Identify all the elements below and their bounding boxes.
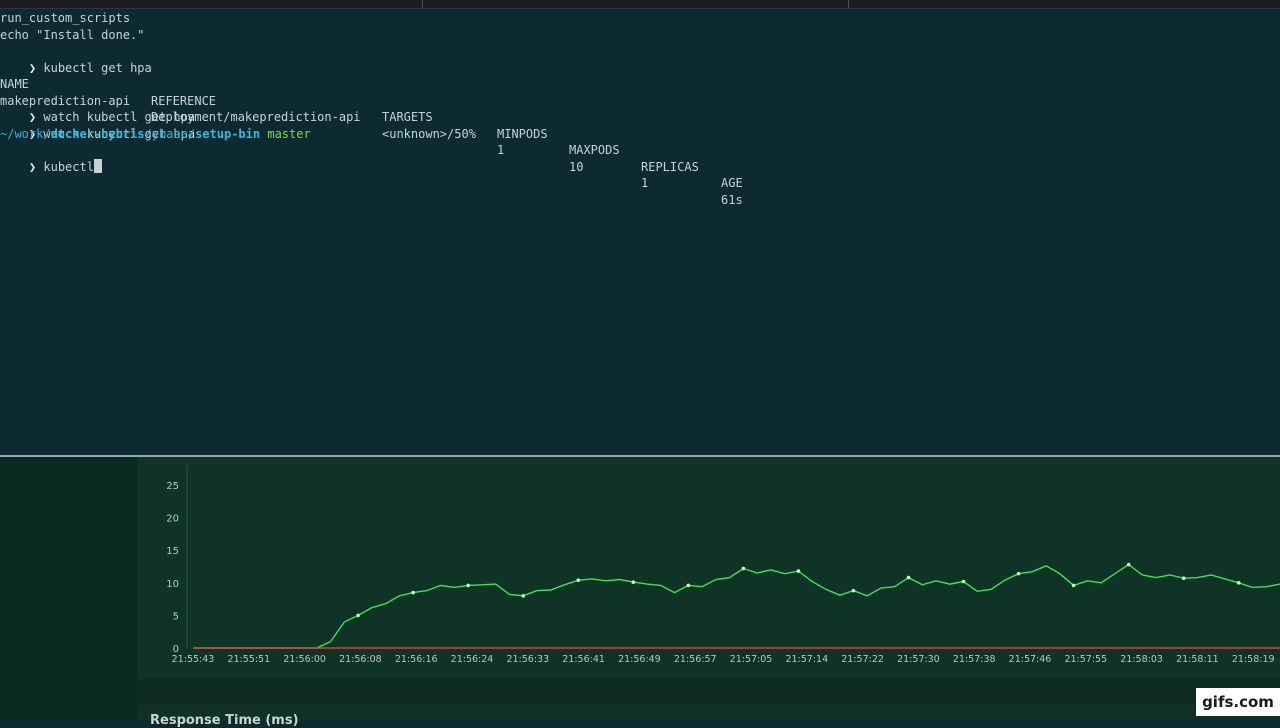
path-separator: /ybase/ — [144, 126, 196, 141]
table-header: MAXPODS — [569, 143, 620, 157]
prompt-symbol: ❯ — [28, 159, 37, 174]
table-header: MINPODS — [497, 126, 548, 141]
table-cell: 61s — [721, 192, 743, 207]
response-time-panel — [137, 705, 1280, 720]
dashboard-sidebar — [0, 457, 137, 720]
x-tick-label: 21:57:05 — [730, 654, 773, 665]
path-home: ~/work/ — [0, 126, 51, 141]
x-tick-label: 21:55:43 — [172, 654, 215, 665]
data-point — [521, 594, 526, 598]
table-header: AGE — [721, 176, 743, 190]
x-tick-label: 21:57:14 — [785, 654, 828, 665]
data-point — [356, 613, 360, 618]
input-line[interactable]: ❯ kubectl — [0, 142, 102, 174]
table-header-row: NAME REFERENCE TARGETS MINPODS MAXPODS R… — [0, 60, 1280, 190]
y-tick-label: 5 — [173, 611, 179, 622]
y-tick-label: 20 — [166, 514, 179, 525]
data-point — [1016, 571, 1021, 576]
command-input[interactable]: kubectl — [43, 160, 94, 174]
x-tick-label: 21:56:24 — [451, 654, 494, 665]
y-tick-label: 10 — [166, 579, 179, 590]
x-tick-label: 21:56:33 — [506, 654, 549, 665]
y-tick-label: 25 — [166, 481, 179, 492]
x-tick-label: 21:56:49 — [618, 654, 661, 665]
table-cell: 1 — [641, 176, 649, 190]
path-segment: docker-hybris — [50, 126, 145, 141]
x-tick-label: 21:56:16 — [395, 654, 438, 665]
output-line: run_custom_scripts — [0, 11, 131, 25]
y-tick-label: 15 — [166, 546, 179, 557]
data-point — [1181, 576, 1186, 581]
x-tick-label: 21:56:41 — [562, 654, 605, 665]
data-point — [1236, 581, 1241, 585]
table-cell: 10 — [569, 159, 584, 174]
text-cursor — [93, 158, 102, 173]
x-tick-label: 21:56:08 — [339, 654, 382, 665]
line-chart: 051015202521:55:43 21:55:51 21:56:00 21:56:… — [166, 465, 1280, 665]
output-line: echo "Install done." — [0, 27, 145, 42]
command-line: ❯ kubectl get hpa — [0, 43, 152, 75]
table-cell: 1 — [497, 143, 505, 157]
terminal-pane[interactable]: run_custom_scripts echo "Install done." … — [0, 9, 1280, 455]
x-tick-label: 21:57:38 — [953, 654, 996, 665]
x-tick-label: 21:57:30 — [897, 654, 940, 665]
x-tick-label: 21:57:55 — [1064, 654, 1107, 665]
x-tick-label: 21:57:46 — [1009, 654, 1052, 665]
x-tick-label: 21:56:00 — [283, 654, 326, 665]
tab-strip[interactable] — [0, 0, 1280, 9]
table-row: makeprediction-api Deployment/makepredic… — [0, 76, 1280, 207]
data-point — [466, 583, 470, 588]
x-tick-label: 21:57:22 — [841, 654, 884, 665]
tab-separator — [422, 0, 423, 8]
data-point — [1071, 583, 1076, 588]
data-point — [576, 578, 581, 582]
path-segment: setup-bin — [195, 126, 261, 141]
x-tick-label: 21:58:03 — [1120, 654, 1163, 665]
git-branch: master — [267, 126, 311, 141]
data-point — [796, 569, 801, 573]
data-point — [906, 575, 911, 580]
table-header: REPLICAS — [641, 159, 699, 174]
table-cell: <unknown>/50% — [382, 126, 476, 141]
x-tick-label: 21:55:51 — [227, 654, 270, 665]
prompt-path: ~/work/docker-hybris/ybase/setup-bin mas… — [0, 126, 311, 143]
x-tick-label: 21:58:19 — [1232, 654, 1275, 665]
series-line — [193, 563, 1280, 649]
table-header: TARGETS — [382, 110, 433, 124]
data-point — [851, 588, 856, 593]
command-line: ❯ watch kubectl get hpa — [0, 93, 195, 124]
data-point — [631, 580, 636, 584]
watermark: gifs.com — [1196, 688, 1280, 716]
tab-separator — [848, 0, 849, 8]
data-point — [961, 579, 966, 584]
x-tick-label: 21:56:57 — [674, 654, 717, 665]
data-point — [1126, 562, 1131, 567]
panel-title: Response Time (ms) — [150, 713, 299, 728]
command-line: ❯ watch kubectl get hpa — [0, 109, 195, 141]
data-point — [686, 583, 691, 588]
x-tick-label: 21:58:11 — [1176, 654, 1219, 665]
data-point — [411, 590, 415, 595]
data-point — [741, 566, 746, 571]
